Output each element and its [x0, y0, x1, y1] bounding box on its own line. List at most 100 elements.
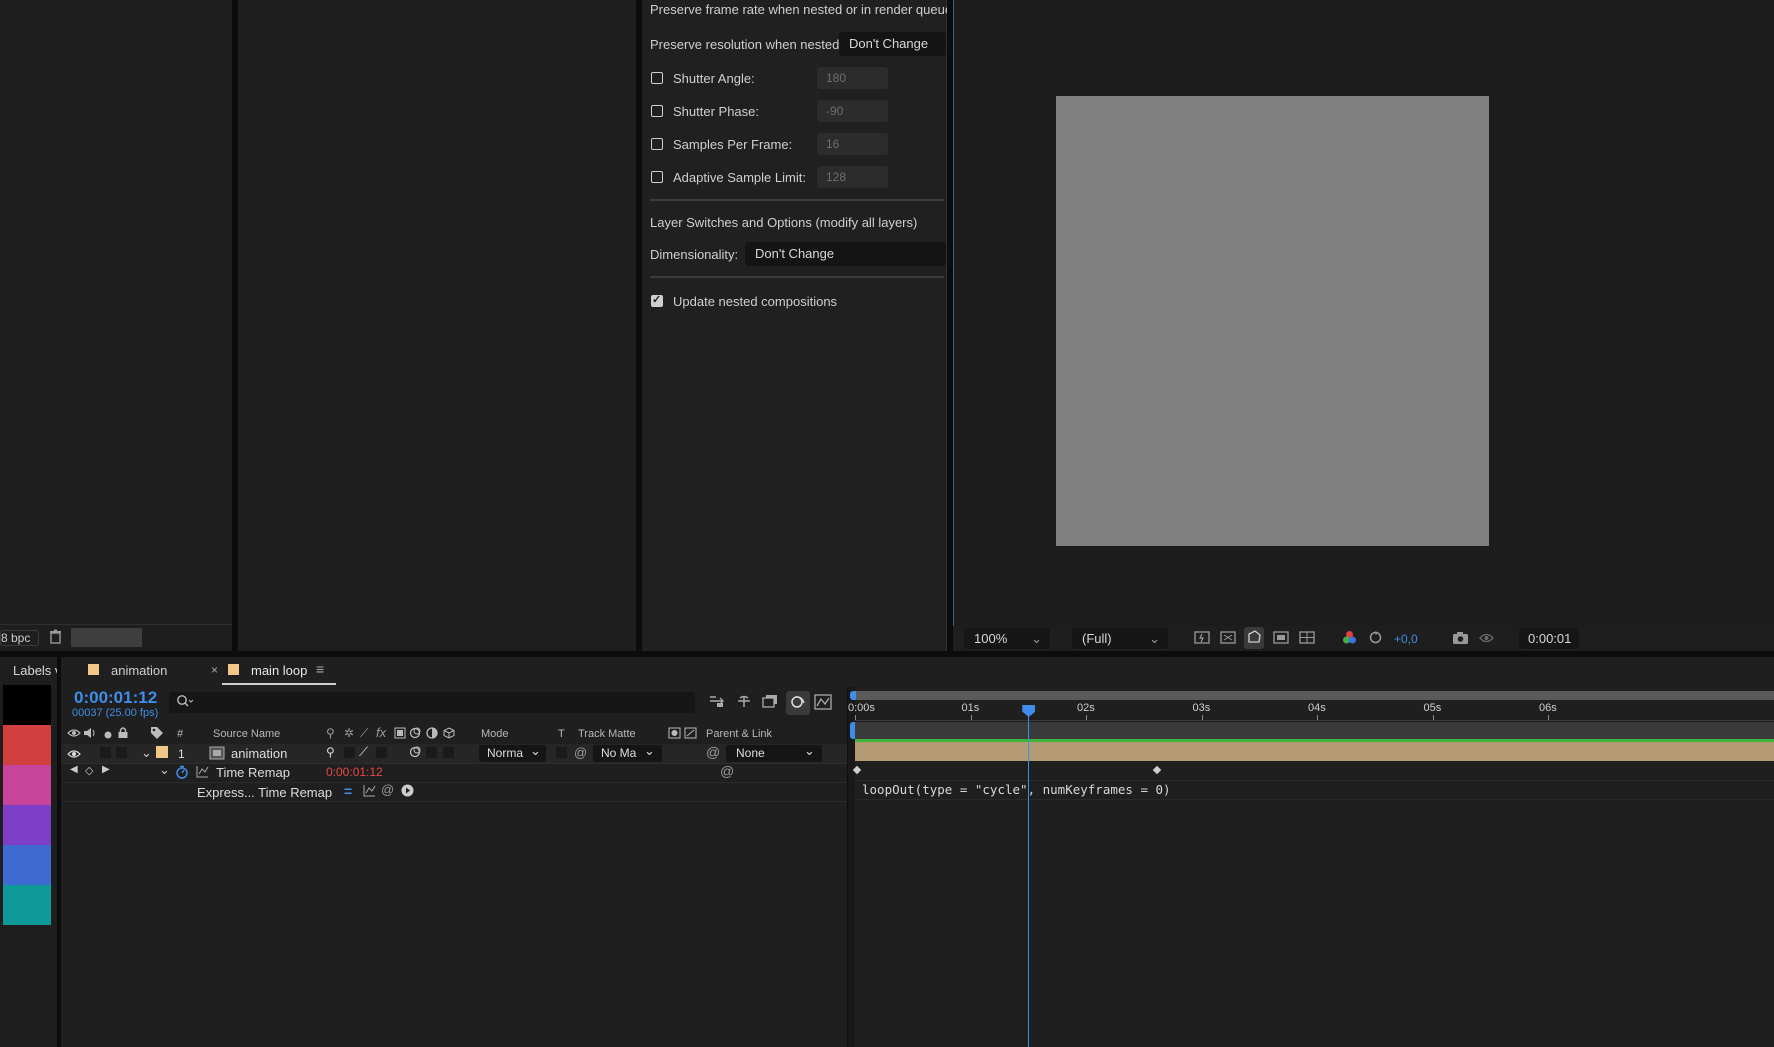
expression-graph-icon[interactable] [363, 784, 376, 800]
column-source-name[interactable]: Source Name [213, 728, 280, 740]
snapshot-camera-icon[interactable] [1452, 630, 1469, 648]
layer-visibility-eye-icon[interactable] [67, 748, 81, 763]
reset-exposure-icon[interactable] [1368, 630, 1383, 648]
3d-switch[interactable] [443, 747, 454, 758]
playhead[interactable] [1022, 705, 1036, 1047]
parent-dropdown[interactable]: None ⌄ [726, 743, 822, 762]
stopwatch-icon[interactable] [175, 765, 189, 782]
next-keyframe-icon[interactable]: ▶ [102, 764, 110, 775]
motion-blur-icon[interactable] [786, 691, 810, 715]
parent-pickwhip-icon[interactable]: @ [706, 744, 720, 760]
zoom-dropdown[interactable]: 100% ⌄ [964, 628, 1050, 649]
viewer-timecode[interactable]: 0:00:01 [1519, 628, 1579, 649]
transparency-grid-icon[interactable] [1220, 630, 1236, 648]
effects-fx-icon[interactable]: fx [376, 725, 386, 740]
add-keyframe-icon[interactable]: ◇ [85, 764, 93, 777]
lock-icon[interactable] [117, 726, 129, 742]
matte-invert-icon[interactable] [684, 727, 697, 742]
graph-editor-icon[interactable] [814, 694, 832, 713]
audio-switch[interactable] [100, 747, 111, 758]
label-swatch[interactable] [3, 725, 51, 765]
time-remap-row[interactable]: ◀ ◇ ▶ ⌄ Time Remap 0:00:01:12 @ [61, 762, 847, 783]
shutter-phase-field[interactable]: -90 [817, 100, 888, 122]
expression-row[interactable]: Express... Time Remap = @ [61, 782, 847, 802]
track-matte-pickwhip-icon[interactable]: @ [574, 745, 587, 760]
trash-icon[interactable] [49, 629, 62, 647]
tab-animation[interactable]: animation [86, 657, 226, 687]
exposure-value[interactable]: +0,0 [1394, 632, 1418, 646]
layer-name[interactable]: animation [231, 746, 287, 761]
adaptive-sample-limit-checkbox[interactable] [651, 171, 663, 183]
color-channels-icon[interactable] [1342, 630, 1357, 648]
expression-code[interactable]: loopOut(type = "cycle", numKeyframes = 0… [862, 782, 1171, 797]
lock-switch[interactable] [116, 747, 127, 758]
solo-icon[interactable] [103, 728, 113, 743]
keyframe-diamond[interactable] [1153, 765, 1162, 775]
label-swatch[interactable] [3, 805, 51, 845]
fast-previews-icon[interactable] [1194, 630, 1210, 648]
samples-per-frame-checkbox[interactable] [651, 138, 663, 150]
layer-search-field[interactable] [169, 692, 695, 713]
keyframe-diamond[interactable] [852, 765, 862, 775]
current-time-display[interactable]: 0:00:01:12 [74, 688, 157, 708]
shutter-phase-checkbox[interactable] [651, 105, 663, 117]
shy-switch-icon[interactable]: ⚲ [326, 726, 335, 740]
graph-icon[interactable] [196, 765, 209, 781]
chevron-down-icon[interactable]: ⌄ [159, 762, 170, 778]
thumbnail-slider[interactable] [71, 628, 142, 647]
time-ruler[interactable]: 0:00s 01s 02s 03s 04s 05s 06s [848, 700, 1774, 721]
audio-icon[interactable] [83, 727, 97, 742]
label-swatch[interactable] [3, 765, 51, 805]
frame-blend-switch-icon[interactable] [394, 727, 406, 742]
blend-switch-icon[interactable] [409, 746, 422, 761]
expression-pickwhip-icon[interactable]: @ [381, 782, 394, 797]
chevron-down-icon[interactable]: ⌄ [141, 745, 152, 761]
region-of-interest-icon[interactable] [1273, 630, 1289, 648]
quality-switch-icon[interactable]: ⟋ [360, 726, 368, 741]
label-swatch[interactable] [3, 845, 51, 885]
resolution-dropdown[interactable]: (Full) ⌄ [1072, 628, 1168, 649]
panel-menu-icon[interactable]: ≡ [316, 661, 324, 677]
label-tag-icon[interactable] [150, 726, 164, 743]
shy-switch-icon[interactable]: ⚲ [326, 745, 335, 759]
expression-language-menu-icon[interactable] [401, 784, 414, 800]
comp-flowchart-icon[interactable] [708, 694, 726, 712]
dimensionality-dropdown[interactable]: Don't Change [745, 242, 946, 266]
work-area-bar[interactable] [855, 691, 1774, 700]
collapse-switch[interactable] [344, 747, 355, 758]
3d-layer-icon[interactable] [443, 727, 455, 742]
mask-path-icon[interactable] [1244, 627, 1264, 649]
close-icon[interactable]: × [211, 663, 218, 677]
labels-panel-title[interactable]: Labels v [13, 663, 61, 678]
adjustment-layer-icon[interactable] [426, 727, 438, 742]
eye-icon[interactable] [67, 727, 81, 742]
fx-switch[interactable] [376, 747, 387, 758]
bpc-label[interactable]: 8 bpc [0, 630, 40, 646]
layer-label-color[interactable] [156, 746, 168, 758]
label-swatch[interactable] [3, 885, 51, 925]
motion-blur-switch-icon[interactable] [409, 727, 422, 742]
prev-keyframe-icon[interactable]: ◀ [70, 764, 78, 775]
adaptive-sample-limit-field[interactable]: 128 [817, 166, 888, 188]
layer-search-input[interactable] [197, 694, 681, 711]
collapse-switch-icon[interactable]: ✲ [344, 726, 354, 740]
layer-duration-bar[interactable] [855, 742, 1774, 761]
grid-guides-icon[interactable] [1299, 630, 1315, 648]
show-snapshot-icon[interactable] [1478, 630, 1495, 648]
blend-mode-dropdown[interactable]: Norma ⌄ [479, 743, 546, 762]
label-swatch[interactable] [3, 685, 51, 725]
shutter-angle-field[interactable]: 180 [817, 67, 888, 89]
track-matte-dropdown[interactable]: No Ma ⌄ [593, 743, 662, 762]
quality-slash-icon[interactable]: ⟋ [359, 744, 368, 760]
property-pickwhip-icon[interactable]: @ [720, 763, 734, 779]
update-nested-checkbox[interactable] [651, 293, 663, 307]
samples-per-frame-field[interactable]: 16 [817, 133, 888, 155]
shutter-angle-checkbox[interactable] [651, 72, 663, 84]
matte-switch-icon[interactable] [668, 727, 681, 742]
shy-layers-icon[interactable] [735, 694, 753, 712]
time-remap-value[interactable]: 0:00:01:12 [326, 765, 383, 779]
adjustment-switch[interactable] [426, 747, 437, 758]
preserve-resolution-dropdown[interactable]: Don't Change [839, 32, 946, 56]
work-area-start-handle[interactable] [850, 691, 856, 700]
composition-canvas[interactable] [1056, 96, 1489, 546]
